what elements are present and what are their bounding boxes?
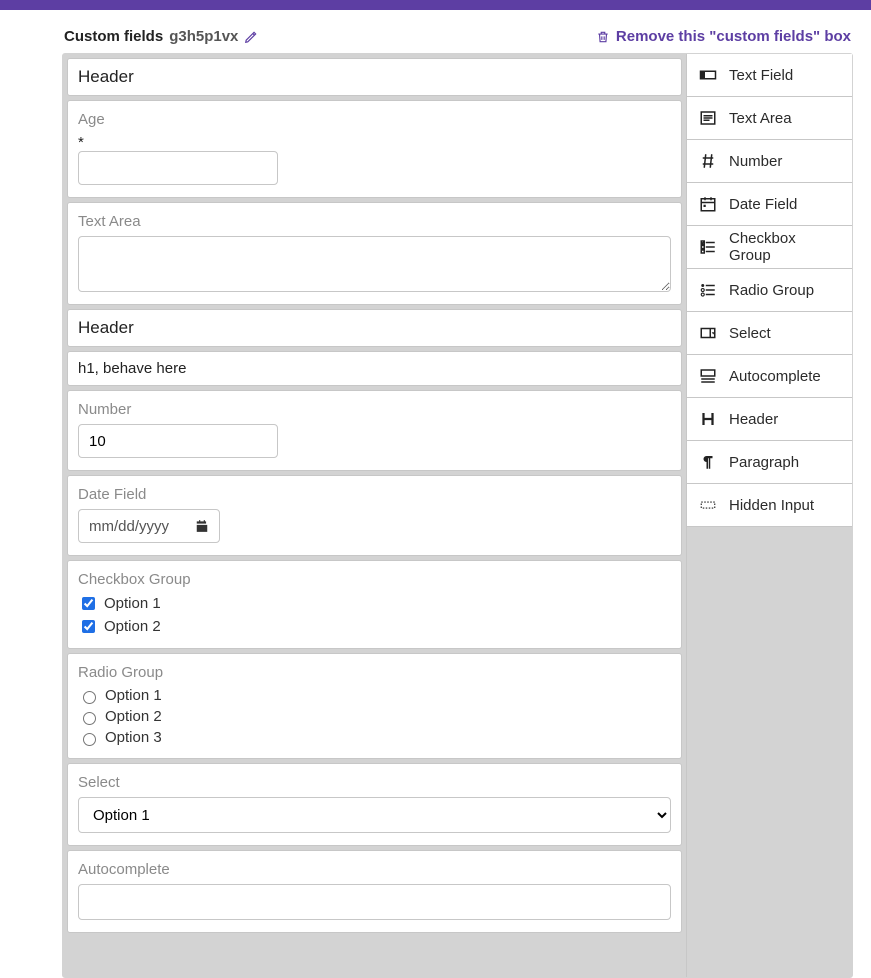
field-label: Radio Group: [78, 664, 671, 681]
palette-header[interactable]: Header: [687, 398, 852, 441]
field-label: Text Area: [78, 213, 671, 230]
palette-label: Date Field: [729, 196, 797, 213]
autocomplete-icon: [699, 367, 717, 385]
builder-stage[interactable]: Header Age * Text Area Header h1, behave…: [63, 54, 686, 977]
stage-date[interactable]: Date Field mm/dd/yyyy: [67, 475, 682, 556]
palette-radio-group[interactable]: Radio Group: [687, 269, 852, 312]
text-area-icon: [699, 109, 717, 127]
select-icon: [699, 324, 717, 342]
autocomplete-input[interactable]: [78, 884, 671, 920]
palette-label: Hidden Input: [729, 497, 814, 514]
age-input[interactable]: [78, 151, 278, 185]
date-placeholder: mm/dd/yyyy: [89, 518, 169, 535]
remove-custom-fields-button[interactable]: Remove this "custom fields" box: [596, 28, 851, 45]
field-label: Select: [78, 774, 671, 791]
checkbox-input[interactable]: [82, 620, 95, 633]
palette-hidden-input[interactable]: Hidden Input: [687, 484, 852, 527]
custom-fields-title: Custom fields: [64, 28, 163, 45]
field-label: Number: [78, 401, 671, 418]
checkbox-option[interactable]: Option 2: [78, 617, 671, 636]
required-marker: *: [78, 134, 671, 151]
option-label: Option 2: [104, 618, 161, 635]
header-icon: [699, 410, 717, 428]
palette-paragraph[interactable]: Paragraph: [687, 441, 852, 484]
stage-radio-group[interactable]: Radio Group Option 1 Option 2 Option 3: [67, 653, 682, 759]
stage-paragraph[interactable]: h1, behave here: [67, 351, 682, 386]
remove-label: Remove this "custom fields" box: [616, 28, 851, 45]
stage-header-2[interactable]: Header: [67, 309, 682, 347]
stage-autocomplete[interactable]: Autocomplete: [67, 850, 682, 933]
calendar-icon: [699, 195, 717, 213]
paragraph-icon: [699, 453, 717, 471]
palette-label: Checkbox Group: [729, 230, 840, 264]
palette-label: Autocomplete: [729, 368, 821, 385]
trash-icon: [596, 30, 610, 44]
hidden-input-icon: [699, 496, 717, 514]
radio-option[interactable]: Option 1: [78, 687, 671, 704]
stage-header-1[interactable]: Header: [67, 58, 682, 96]
field-label: Age: [78, 111, 671, 128]
palette-checkbox-group[interactable]: Checkbox Group: [687, 226, 852, 269]
palette-label: Number: [729, 153, 782, 170]
textarea-input[interactable]: [78, 236, 671, 292]
stage-textfield-age[interactable]: Age *: [67, 100, 682, 198]
number-input[interactable]: [78, 424, 278, 458]
palette-label: Text Field: [729, 67, 793, 84]
header-text: Header: [78, 318, 671, 338]
custom-fields-id: g3h5p1vx: [169, 28, 238, 45]
field-label: Autocomplete: [78, 861, 671, 878]
radio-input[interactable]: [83, 733, 96, 746]
pencil-icon[interactable]: [244, 30, 258, 44]
palette-select[interactable]: Select: [687, 312, 852, 355]
select-input[interactable]: Option 1: [78, 797, 671, 833]
radio-option[interactable]: Option 3: [78, 729, 671, 746]
palette-label: Text Area: [729, 110, 792, 127]
stage-textarea[interactable]: Text Area: [67, 202, 682, 305]
palette-label: Header: [729, 411, 778, 428]
palette-text-area[interactable]: Text Area: [687, 97, 852, 140]
header-text: Header: [78, 67, 671, 87]
date-input[interactable]: mm/dd/yyyy: [78, 509, 220, 543]
hash-icon: [699, 152, 717, 170]
stage-checkbox-group[interactable]: Checkbox Group Option 1 Option 2: [67, 560, 682, 649]
option-label: Option 3: [105, 729, 162, 746]
palette-label: Select: [729, 325, 771, 342]
field-palette: Text Field Text Area Number Date Field C…: [686, 54, 852, 977]
palette-label: Radio Group: [729, 282, 814, 299]
palette-text-field[interactable]: Text Field: [687, 54, 852, 97]
stage-number[interactable]: Number: [67, 390, 682, 471]
stage-select[interactable]: Select Option 1: [67, 763, 682, 846]
calendar-icon: [195, 519, 209, 533]
field-label: Checkbox Group: [78, 571, 671, 588]
checkbox-option[interactable]: Option 1: [78, 594, 671, 613]
palette-number[interactable]: Number: [687, 140, 852, 183]
radio-group-icon: [699, 281, 717, 299]
form-builder: Header Age * Text Area Header h1, behave…: [62, 53, 853, 978]
app-topbar: [0, 0, 871, 10]
radio-input[interactable]: [83, 691, 96, 704]
checkbox-input[interactable]: [82, 597, 95, 610]
field-label: Date Field: [78, 486, 671, 503]
paragraph-text: h1, behave here: [78, 360, 671, 377]
palette-autocomplete[interactable]: Autocomplete: [687, 355, 852, 398]
radio-input[interactable]: [83, 712, 96, 725]
palette-date-field[interactable]: Date Field: [687, 183, 852, 226]
option-label: Option 2: [105, 708, 162, 725]
text-field-icon: [699, 66, 717, 84]
custom-fields-header: Custom fields g3h5p1vx Remove this "cust…: [48, 10, 871, 51]
radio-option[interactable]: Option 2: [78, 708, 671, 725]
checkbox-group-icon: [699, 238, 717, 256]
option-label: Option 1: [104, 595, 161, 612]
palette-label: Paragraph: [729, 454, 799, 471]
option-label: Option 1: [105, 687, 162, 704]
